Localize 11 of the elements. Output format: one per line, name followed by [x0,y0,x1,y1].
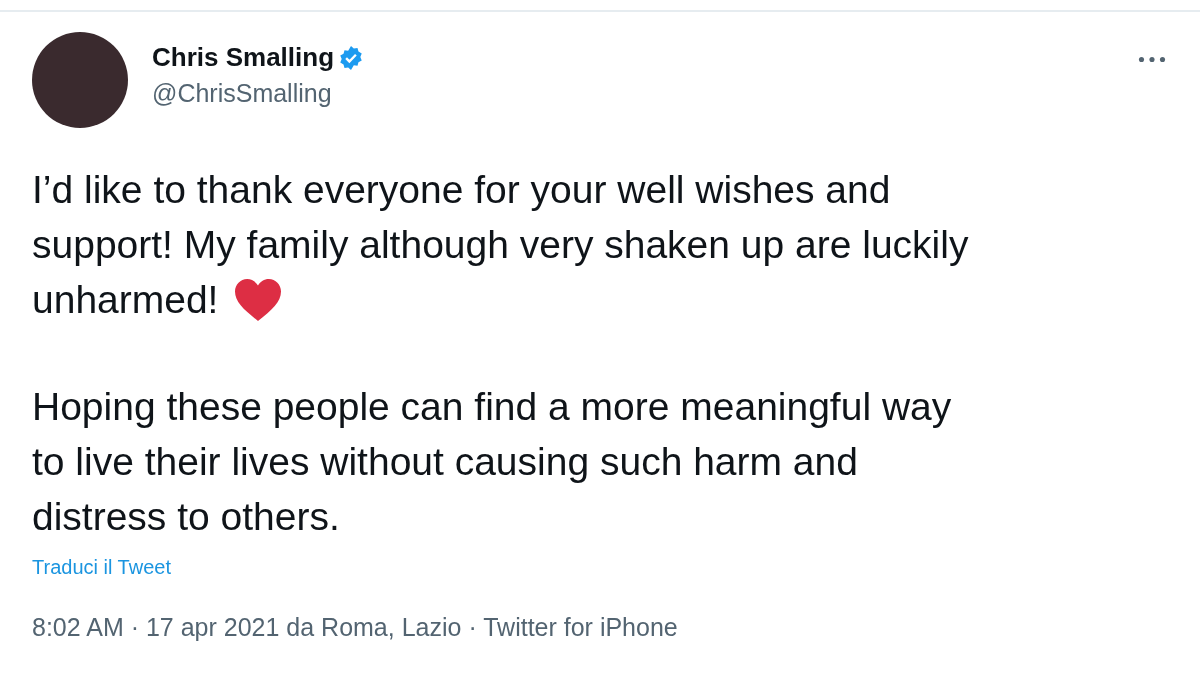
tweet-text-line: unharmed! [32,277,219,323]
tweet-text-line: Hoping these people can find a more meaningful way [32,384,952,430]
author-handle[interactable]: @ChrisSmalling [152,79,365,108]
tweet-text-line: to live their lives without causing such harm and [32,439,858,485]
author-name[interactable]: Chris Smalling [152,42,335,73]
tweet-timestamp: 8:02 AM · 17 apr 2021 da Roma, Lazio · Twitter for iPhone [32,613,679,642]
tweet-text-line: distress to others. [32,494,340,540]
more-options-icon[interactable] [1136,54,1168,65]
tweet-text-line: support! My family although very shaken up are luckily [32,222,969,268]
translate-link[interactable]: Traduci il Tweet [32,556,171,579]
tweet-text-line: I’d like to thank everyone for your well wishes and [32,167,891,213]
